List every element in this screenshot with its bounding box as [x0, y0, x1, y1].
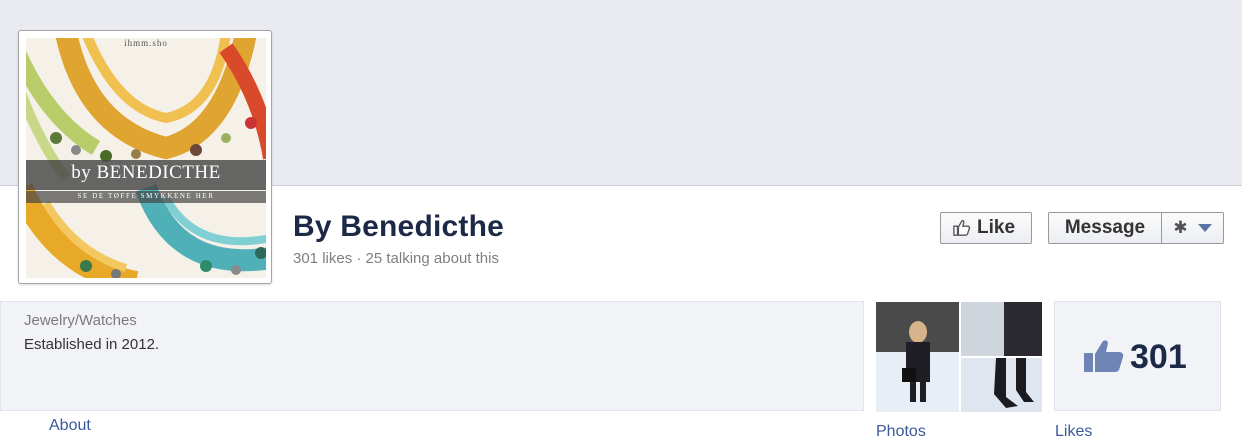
message-button-label: Message [1064, 217, 1146, 238]
necklace-artwork [26, 38, 266, 278]
tab-likes[interactable]: Likes [1055, 423, 1092, 441]
caret-down-icon [1197, 224, 1212, 232]
page-category: Jewelry/Watches [24, 312, 137, 329]
thumbs-up-icon [953, 219, 971, 236]
page-established: Established in 2012. [24, 336, 160, 353]
tab-about[interactable]: About [49, 417, 91, 435]
settings-dropdown-button[interactable]: ✱ [1161, 212, 1224, 244]
likes-count: 301 [1130, 338, 1187, 376]
page-stats: 301 likes · 25 talking about this [293, 250, 499, 267]
gear-icon: ✱ [1173, 218, 1188, 237]
profile-picture[interactable]: ihmm.sho by BENEDICTHE SE DE TØFFE SMYKK… [18, 30, 272, 284]
photos-collage [876, 302, 1042, 412]
profile-image: ihmm.sho by BENEDICTHE SE DE TØFFE SMYKK… [26, 38, 266, 278]
thumbs-up-icon [1084, 340, 1124, 372]
profile-banner-subtitle: SE DE TØFFE SMYKKENE HER [77, 192, 215, 200]
page-title[interactable]: By Benedicthe [293, 210, 504, 244]
photos-thumbnail[interactable] [876, 302, 1042, 412]
tab-photos[interactable]: Photos [876, 423, 926, 441]
message-button[interactable]: Message [1048, 212, 1162, 244]
profile-banner-title: by BENEDICTHE [71, 162, 221, 183]
like-button[interactable]: Like [940, 212, 1032, 244]
like-button-label: Like [977, 217, 1016, 238]
brand-logo-text: ihmm.sho [124, 38, 168, 48]
